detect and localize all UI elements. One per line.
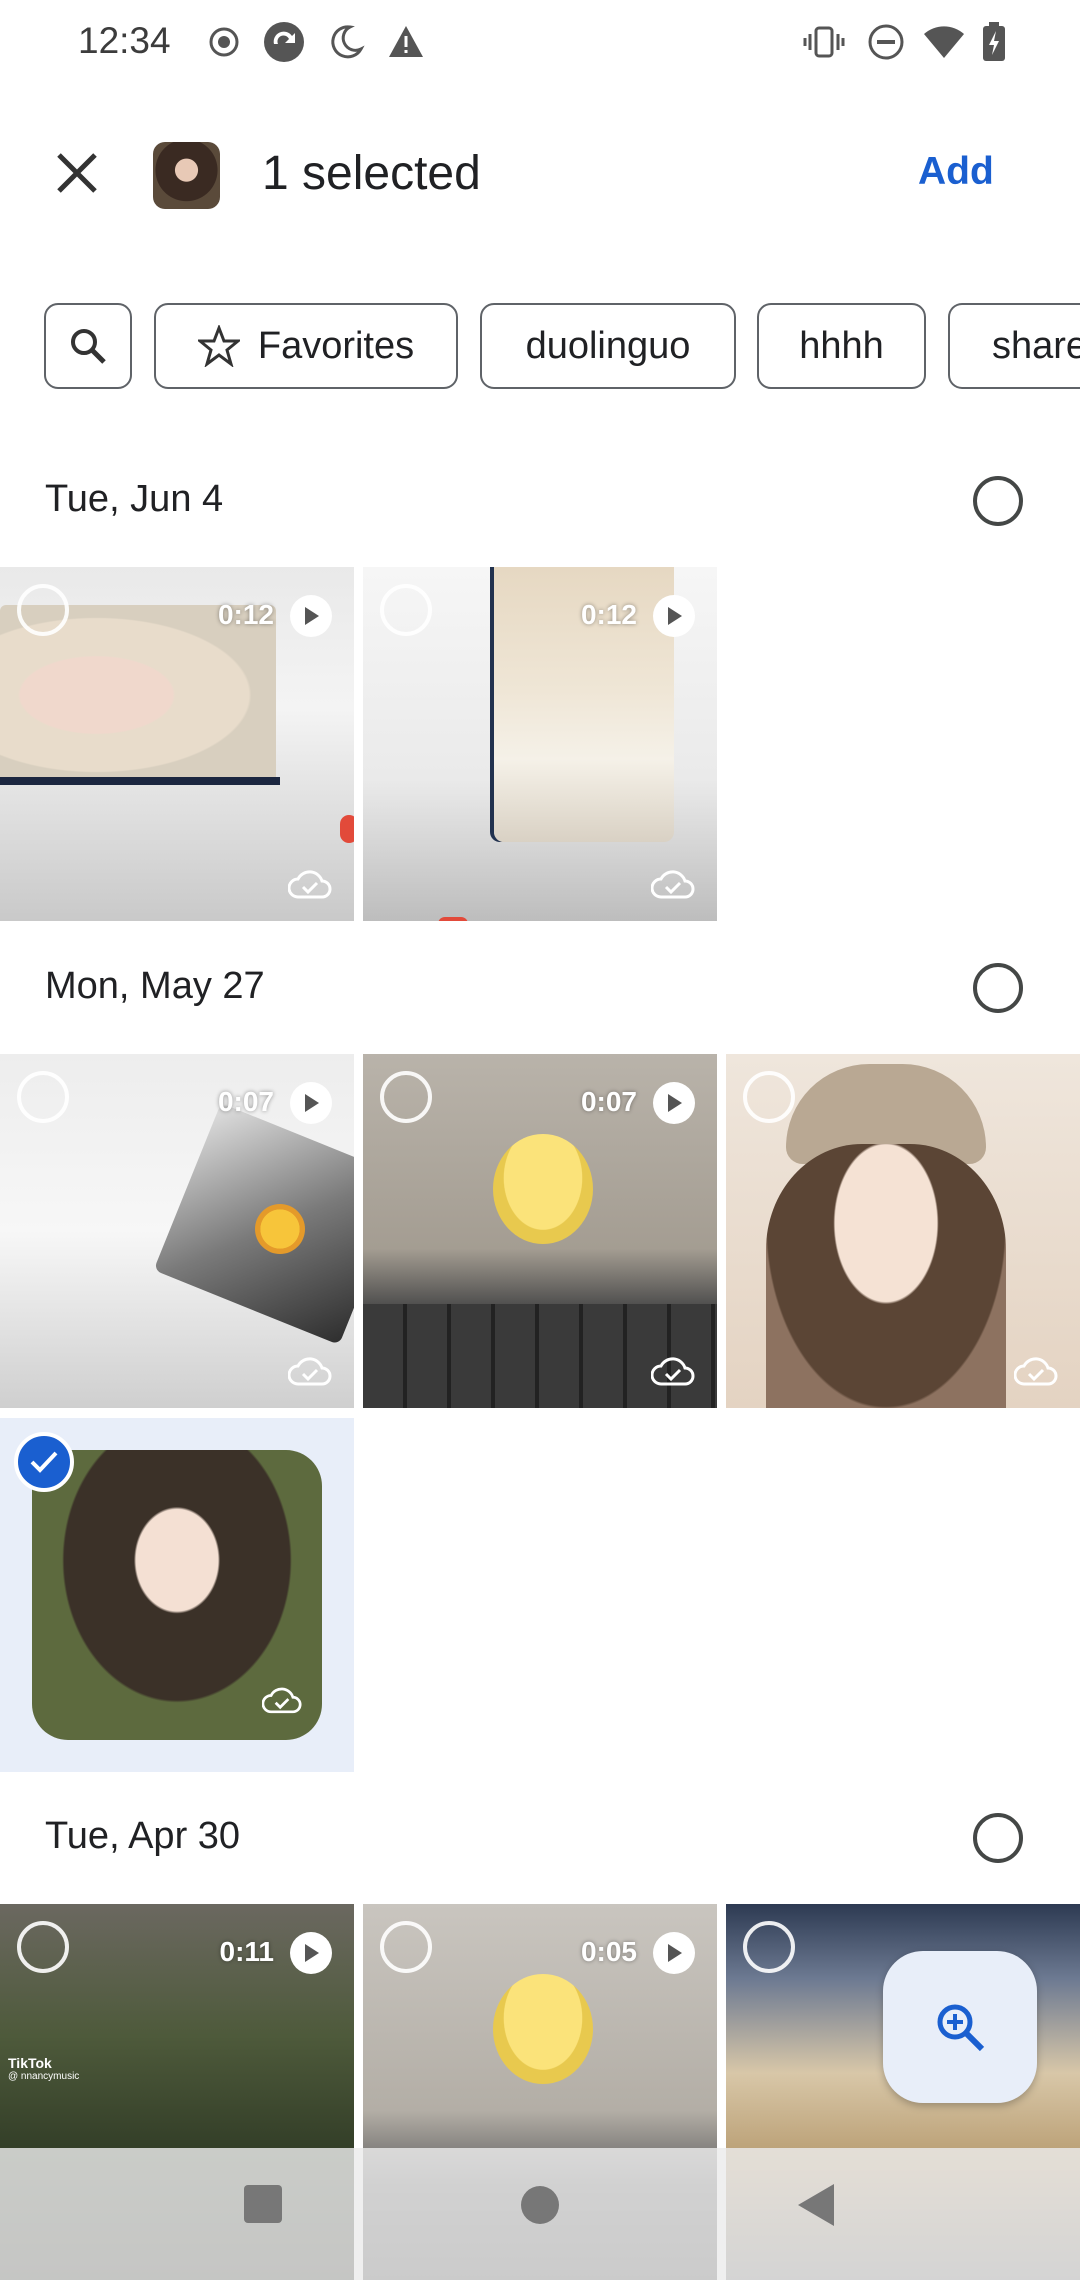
- play-icon: [653, 1932, 695, 1974]
- video-thumbnail[interactable]: 0:12: [0, 567, 354, 921]
- thumbnail-edge: [0, 777, 280, 785]
- star-icon: [197, 325, 240, 367]
- section-select-radio[interactable]: [973, 963, 1023, 1013]
- chip-share[interactable]: share: [948, 303, 1080, 389]
- emoji-decor: [255, 1204, 305, 1254]
- chip-label: share: [992, 324, 1080, 367]
- sync-icon: [260, 18, 308, 66]
- section-date: Tue, Apr 30: [45, 1815, 241, 1857]
- add-button[interactable]: Add: [918, 150, 994, 194]
- back-button[interactable]: [796, 2182, 836, 2228]
- portrait-image: [766, 1144, 1006, 1408]
- dnd-icon: [862, 18, 910, 66]
- wifi-icon: [920, 18, 968, 66]
- section-select-radio[interactable]: [973, 1813, 1023, 1863]
- section-select-radio[interactable]: [973, 476, 1023, 526]
- video-duration: 0:07: [580, 1086, 637, 1117]
- chip-label: duolinguo: [525, 324, 691, 367]
- select-radio[interactable]: [380, 1071, 432, 1123]
- recents-button[interactable]: [242, 2183, 284, 2225]
- play-icon: [290, 1082, 332, 1124]
- photo-thumbnail[interactable]: [726, 1054, 1080, 1408]
- heart-decor: [340, 815, 354, 843]
- video-thumbnail[interactable]: 0:07: [0, 1054, 354, 1408]
- video-duration: 0:12: [580, 599, 637, 630]
- play-icon: [290, 595, 332, 637]
- battery-icon: [970, 18, 1018, 66]
- cloud-done-icon: [1014, 1357, 1058, 1386]
- select-radio[interactable]: [17, 584, 69, 636]
- cloud-done-icon: [651, 1357, 695, 1386]
- close-button[interactable]: [40, 136, 114, 210]
- video-duration: 0:11: [219, 1936, 275, 1967]
- heart-decor: [438, 917, 468, 921]
- select-radio[interactable]: [380, 1921, 432, 1973]
- watermark-brand: TikTok: [8, 2055, 52, 2071]
- cloud-done-icon: [288, 1357, 332, 1386]
- chip-hhhh[interactable]: hhhh: [757, 303, 926, 389]
- video-duration: 0:07: [217, 1086, 274, 1117]
- video-duration: 0:05: [580, 1936, 637, 1967]
- chip-label: Favorites: [257, 324, 415, 367]
- chip-favorites[interactable]: Favorites: [154, 303, 458, 389]
- status-time: 12:34: [78, 20, 171, 61]
- search-icon: [71, 329, 106, 364]
- zoom-in-button[interactable]: [883, 1951, 1037, 2103]
- record-icon: [200, 18, 248, 66]
- play-icon: [653, 595, 695, 637]
- play-icon: [290, 1932, 332, 1974]
- select-radio[interactable]: [743, 1071, 795, 1123]
- watermark-user: @ nnancymusic: [8, 2071, 80, 2082]
- chip-label: hhhh: [799, 324, 884, 367]
- watermark-text: TikTok @ nnancymusic: [8, 2056, 79, 2084]
- navigation-bar: [0, 2148, 1080, 2280]
- search-chip[interactable]: [44, 303, 132, 389]
- warning-icon: [382, 18, 430, 66]
- selected-check-icon[interactable]: [14, 1432, 74, 1492]
- cloud-done-icon: [651, 870, 695, 899]
- selected-count: 1 selected: [262, 147, 481, 200]
- chip-duolinguo[interactable]: duolinguo: [480, 303, 736, 389]
- video-duration: 0:12: [217, 599, 274, 630]
- figurine-image: [493, 1134, 593, 1244]
- video-thumbnail[interactable]: 0:07: [363, 1054, 717, 1408]
- close-icon: [57, 153, 97, 193]
- cloud-done-icon: [288, 870, 332, 899]
- zoom-in-icon: [937, 2004, 985, 2052]
- home-button[interactable]: [519, 2184, 561, 2226]
- thumbnail-image: [153, 1103, 354, 1345]
- vibrate-icon: [800, 18, 848, 66]
- album-cover-thumbnail: [153, 142, 220, 209]
- section-date: Mon, May 27: [45, 965, 265, 1007]
- figurine-image: [493, 1974, 593, 2084]
- video-thumbnail[interactable]: 0:12: [363, 567, 717, 921]
- cloud-done-icon: [262, 1687, 302, 1714]
- moon-icon: [322, 18, 370, 66]
- select-radio[interactable]: [743, 1921, 795, 1973]
- play-icon: [653, 1082, 695, 1124]
- select-radio[interactable]: [17, 1071, 69, 1123]
- section-date: Tue, Jun 4: [45, 478, 224, 520]
- select-radio[interactable]: [17, 1921, 69, 1973]
- select-radio[interactable]: [380, 584, 432, 636]
